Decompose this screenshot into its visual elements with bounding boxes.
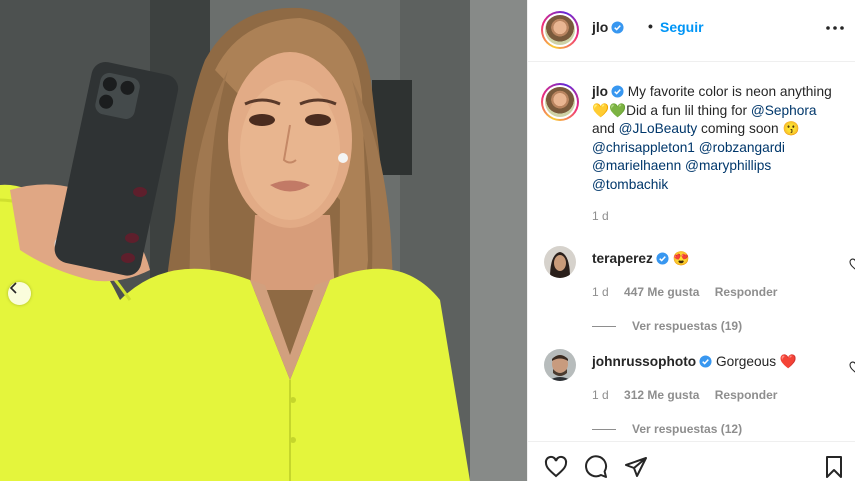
comment-avatar[interactable]	[544, 246, 576, 278]
post-photo[interactable]	[0, 0, 527, 481]
view-replies-label[interactable]: Ver respuestas (19)	[632, 319, 742, 333]
replies-divider-line	[592, 326, 616, 328]
verified-badge-icon	[656, 252, 669, 265]
comment-body: Gorgeous ❤️	[715, 354, 797, 369]
avatar-image	[544, 349, 576, 381]
author-avatar[interactable]	[541, 11, 579, 49]
mention-sephora[interactable]: @Sephora	[751, 103, 817, 118]
mention-chrisappleton1[interactable]: @chrisappleton1	[592, 140, 695, 155]
comment-icon[interactable]	[584, 455, 608, 479]
comment-meta: 1 d 312 Me gusta Responder	[592, 388, 789, 402]
comment-avatar[interactable]	[544, 349, 576, 381]
caption-avatar[interactable]	[541, 83, 579, 121]
view-replies-label[interactable]: Ver respuestas (12)	[632, 422, 742, 436]
mention-marielhaenn[interactable]: @marielhaenn	[592, 158, 681, 173]
mention-tombachik[interactable]: @tombachik	[592, 177, 668, 192]
verified-badge-icon	[699, 355, 712, 368]
caption-text: jlo My favorite color is neon anything 💛…	[592, 83, 842, 194]
instagram-post: jlo • Seguir jlo My favorite color is ne…	[0, 0, 855, 481]
post-header: jlo • Seguir	[528, 0, 855, 62]
comment-age[interactable]: 1 d	[592, 285, 609, 299]
comments-area[interactable]: jlo My favorite color is neon anything 💛…	[528, 63, 855, 441]
replies-divider-line	[592, 429, 616, 431]
verified-badge-icon	[611, 85, 624, 98]
verified-badge-icon	[611, 21, 624, 34]
comment-item: johnrussophoto Gorgeous ❤️ 1 d 312 Me gu…	[541, 349, 855, 436]
mention-maryphillips[interactable]: @maryphillips	[685, 158, 771, 173]
view-replies-button[interactable]: Ver respuestas (19)	[592, 319, 742, 333]
selfie-illustration	[0, 0, 527, 481]
comment-body: 😍	[672, 251, 690, 266]
post-action-bar	[528, 441, 855, 481]
caption-line-1: My favorite color is neon anything	[627, 84, 832, 99]
reply-button[interactable]: Responder	[715, 285, 778, 299]
mention-jlobeauty[interactable]: @JLoBeauty	[619, 121, 698, 136]
comment-item: teraperez 😍 1 d 447 Me gusta Responder V…	[541, 246, 855, 333]
carousel-prev-button[interactable]	[8, 282, 31, 305]
comment-username[interactable]: johnrussophoto	[592, 354, 696, 369]
caption-username[interactable]: jlo	[592, 84, 608, 99]
caption-and: and	[592, 121, 615, 136]
comment-likes[interactable]: 447 Me gusta	[624, 285, 699, 299]
author-username-text[interactable]: jlo	[592, 19, 608, 35]
comment-text: teraperez 😍	[592, 251, 690, 267]
caption-emoji: 😗	[782, 121, 800, 136]
bookmark-icon[interactable]	[822, 455, 846, 479]
heart-icon[interactable]	[544, 455, 568, 479]
comment-likes[interactable]: 312 Me gusta	[624, 388, 699, 402]
comment-meta: 1 d 447 Me gusta Responder	[592, 285, 789, 299]
caption-hearts: 💛💚	[592, 102, 627, 118]
comment-text: johnrussophoto Gorgeous ❤️	[592, 354, 797, 370]
caption-line-2: Did a fun lil thing for	[626, 102, 748, 118]
mention-robzangardi[interactable]: @robzangardi	[699, 140, 785, 155]
share-icon[interactable]	[624, 455, 648, 479]
separator-dot: •	[648, 18, 653, 34]
comment-like-heart-icon[interactable]	[849, 258, 855, 271]
reply-button[interactable]: Responder	[715, 388, 778, 402]
post-side-panel: jlo • Seguir jlo My favorite color is ne…	[527, 0, 855, 481]
follow-button[interactable]: Seguir	[660, 19, 704, 35]
comment-age[interactable]: 1 d	[592, 388, 609, 402]
caption-age[interactable]: 1 d	[592, 209, 609, 223]
author-username[interactable]: jlo	[592, 19, 624, 35]
avatar-image	[544, 246, 576, 278]
chevron-left-icon	[9, 282, 17, 294]
view-replies-button[interactable]: Ver respuestas (12)	[592, 422, 742, 436]
comment-username[interactable]: teraperez	[592, 251, 653, 266]
caption-coming: coming soon	[701, 121, 779, 136]
more-options-icon[interactable]	[825, 22, 845, 34]
comment-like-heart-icon[interactable]	[849, 361, 855, 374]
